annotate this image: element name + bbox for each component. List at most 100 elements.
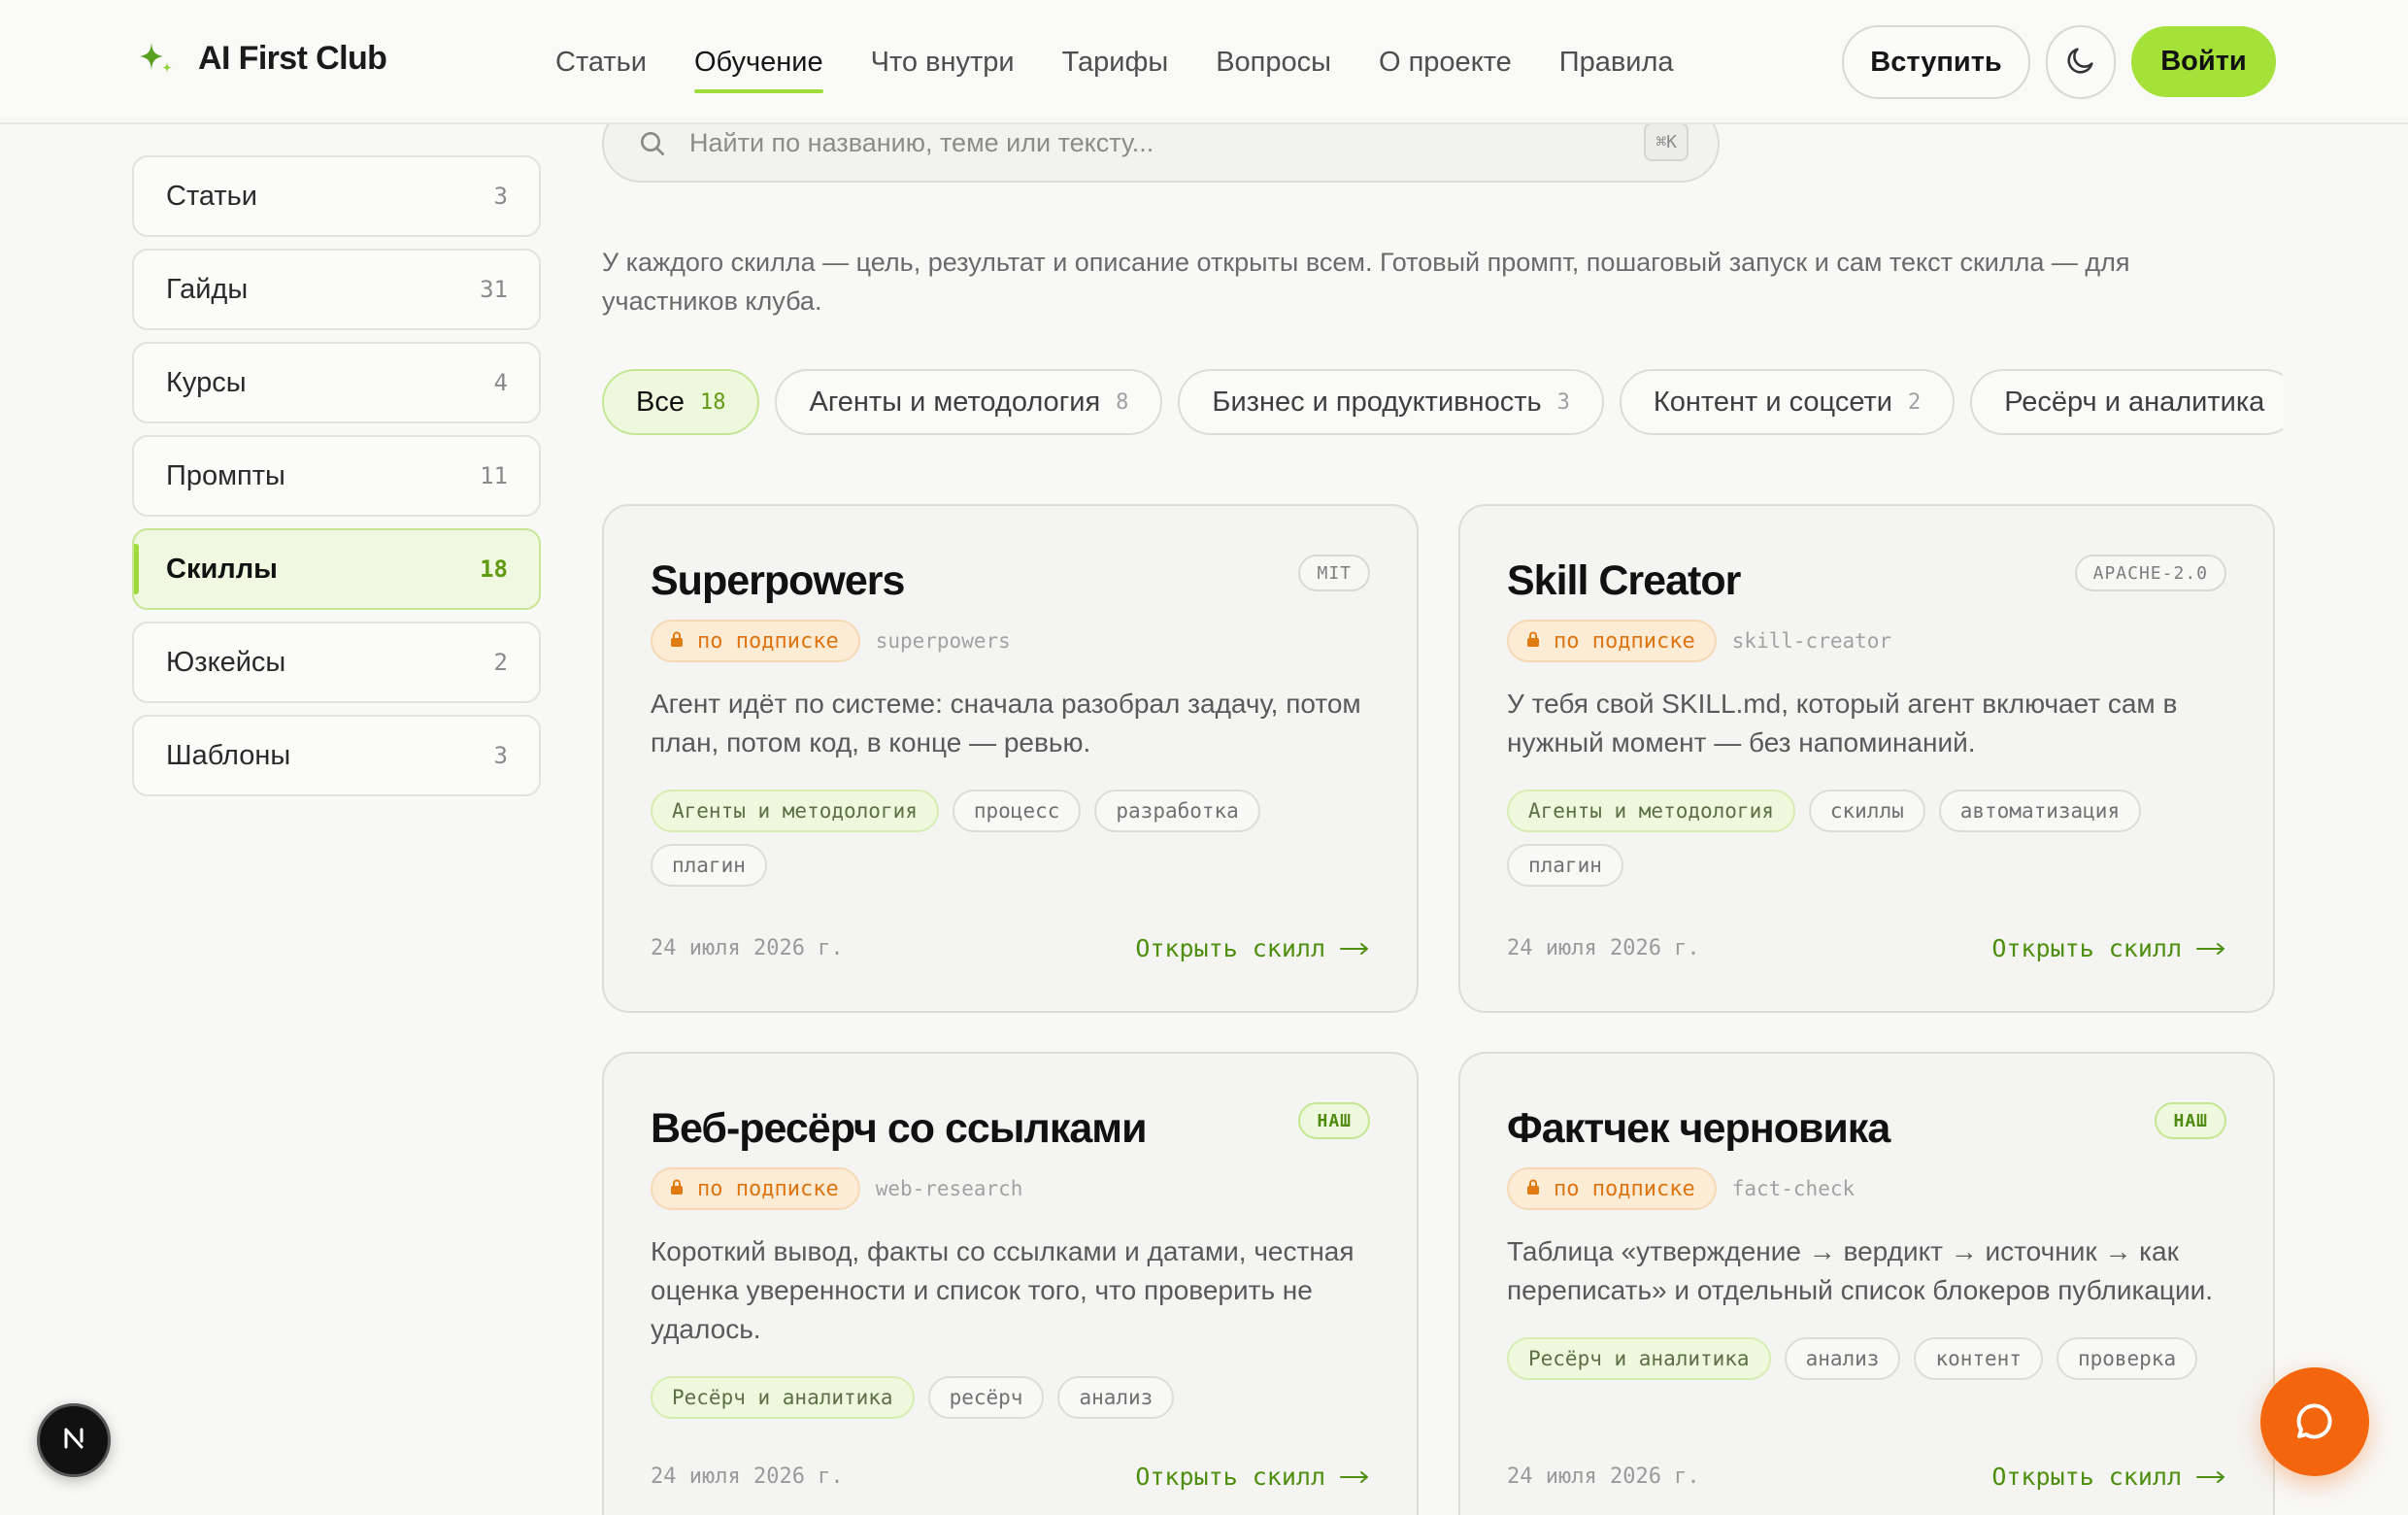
nav-item-articles[interactable]: Статьи — [555, 43, 647, 93]
lock-icon — [1526, 629, 1540, 654]
tag[interactable]: плагин — [1507, 844, 1623, 887]
skill-slug: skill-creator — [1731, 629, 1892, 653]
tag[interactable]: ресёрч — [927, 1376, 1045, 1419]
join-button[interactable]: Вступить — [1842, 25, 2030, 99]
license-badge: MIT — [1298, 555, 1370, 591]
login-button[interactable]: Войти — [2131, 26, 2276, 97]
sidebar-item-templates[interactable]: Шаблоны 3 — [132, 715, 541, 796]
open-skill-link[interactable]: Открыть скилл — [1991, 934, 2226, 962]
sidebar-item-label: Промпты — [166, 459, 285, 491]
nav-item-learning[interactable]: Обучение — [693, 43, 823, 93]
filter-chip-content[interactable]: Контент и соцсети 2 — [1619, 369, 1956, 435]
sidebar-item-articles[interactable]: Статьи 3 — [132, 155, 541, 237]
tag-list: Ресёрч и аналитика ресёрч анализ — [651, 1376, 1370, 1431]
tag-list: Агенты и методология процесс разработка … — [651, 790, 1370, 898]
tag-category[interactable]: Ресёрч и аналитика — [1507, 1337, 1771, 1380]
sidebar-item-label: Статьи — [166, 180, 257, 212]
sidebar-item-courses[interactable]: Курсы 4 — [132, 342, 541, 423]
open-skill-label: Открыть скилл — [1991, 1463, 2182, 1491]
sidebar-item-count: 18 — [480, 556, 508, 583]
arrow-right-icon — [2182, 1463, 2226, 1491]
sidebar-item-guides[interactable]: Гайды 31 — [132, 249, 541, 330]
sidebar-item-label: Гайды — [166, 273, 249, 305]
tag[interactable]: контент — [1914, 1337, 2043, 1380]
card-description: Таблица «утверждение → вердикт → источни… — [1507, 1236, 2214, 1305]
subscription-badge: по подписке — [651, 620, 860, 662]
arrow-right-icon — [2182, 934, 2226, 962]
filter-chip-business[interactable]: Бизнес и продуктивность 3 — [1178, 369, 1604, 435]
filter-chip-count: 2 — [1907, 389, 1922, 415]
tag[interactable]: разработка — [1094, 790, 1260, 832]
sidebar-item-label: Курсы — [166, 366, 247, 398]
section-intro: У каждого скилла — цель, результат и опи… — [602, 248, 2130, 316]
sidebar-item-label: Шаблоны — [166, 739, 291, 771]
search-placeholder: Найти по названию, теме или тексту... — [689, 128, 1154, 157]
open-skill-link[interactable]: Открыть скилл — [1135, 1463, 1370, 1491]
open-skill-label: Открыть скилл — [1135, 1463, 1325, 1491]
tag-category[interactable]: Агенты и методология — [651, 790, 939, 832]
skill-card[interactable]: Фактчек черновика НАШ по подписке fact-c… — [1458, 1052, 2275, 1515]
filter-chip-label: Ресёрч и аналитика — [2004, 386, 2265, 418]
sidebar-item-label: Юзкейсы — [166, 646, 286, 678]
open-skill-link[interactable]: Открыть скилл — [1991, 1463, 2226, 1491]
nav-item-pricing[interactable]: Тарифы — [1062, 43, 1169, 93]
filter-chip-all[interactable]: Все 18 — [602, 369, 760, 435]
brand-link[interactable]: AI First Club — [138, 39, 387, 78]
tag-category[interactable]: Ресёрч и аналитика — [651, 1376, 915, 1419]
card-date: 24 июля 2026 г. — [651, 936, 844, 960]
brand-name: AI First Club — [198, 39, 387, 77]
tag[interactable]: автоматизация — [1938, 790, 2142, 832]
card-description: У тебя свой SKILL.md, который агент вклю… — [1507, 689, 2178, 758]
tag[interactable]: процесс — [952, 790, 1082, 832]
license-badge: НАШ — [1298, 1102, 1370, 1139]
open-skill-link[interactable]: Открыть скилл — [1135, 934, 1370, 962]
lock-icon — [670, 629, 684, 654]
license-badge: НАШ — [2155, 1102, 2226, 1139]
tag[interactable]: скиллы — [1808, 790, 1925, 832]
filter-chip-agents[interactable]: Агенты и методология 8 — [775, 369, 1163, 435]
tag-category[interactable]: Агенты и методология — [1507, 790, 1795, 832]
nav-item-rules[interactable]: Правила — [1559, 43, 1674, 93]
tag[interactable]: анализ — [1057, 1376, 1175, 1419]
license-badge: APACHE-2.0 — [2074, 555, 2226, 591]
sidebar-item-count: 3 — [493, 742, 508, 769]
skill-card[interactable]: Superpowers MIT по подписке superpowers … — [602, 504, 1419, 1013]
card-title: Superpowers — [651, 557, 905, 604]
filter-chip-research[interactable]: Ресёрч и аналитика — [1970, 369, 2283, 435]
moon-icon — [2064, 44, 2097, 82]
tag[interactable]: анализ — [1784, 1337, 1901, 1380]
search-icon — [637, 128, 668, 164]
subscription-label: по подписке — [1554, 628, 1695, 654]
next-logo-icon — [57, 1422, 90, 1460]
tag[interactable]: плагин — [651, 844, 767, 887]
skill-slug: superpowers — [875, 629, 1011, 653]
chat-button[interactable] — [2260, 1367, 2369, 1476]
sidebar-item-skills[interactable]: Скиллы 18 — [132, 528, 541, 610]
top-navbar: AI First Club Статьи Обучение Что внутри… — [0, 0, 2408, 124]
sidebar-item-count: 2 — [493, 649, 508, 676]
filter-chip-label: Агенты и методология — [809, 386, 1101, 418]
skill-slug: web-research — [875, 1177, 1023, 1200]
filter-chip-label: Бизнес и продуктивность — [1212, 386, 1542, 418]
subscription-badge: по подписке — [1507, 1167, 1717, 1210]
arrow-right-icon — [1325, 1463, 1370, 1491]
sidebar-item-label: Скиллы — [166, 553, 278, 585]
arrow-right-icon — [1325, 934, 1370, 962]
filter-chip-label: Контент и соцсети — [1653, 386, 1892, 418]
tag-list: Агенты и методология скиллы автоматизаци… — [1507, 790, 2226, 898]
sidebar-item-prompts[interactable]: Промпты 11 — [132, 435, 541, 517]
skill-card[interactable]: Skill Creator APACHE-2.0 по подписке ski… — [1458, 504, 2275, 1013]
skill-slug: fact-check — [1731, 1177, 1856, 1200]
skill-card[interactable]: Веб-ресёрч со ссылками НАШ по подписке w… — [602, 1052, 1419, 1515]
dev-tools-button[interactable] — [37, 1403, 111, 1477]
sidebar-item-count: 4 — [493, 369, 508, 396]
card-description: Агент идёт по системе: сначала разобрал … — [651, 689, 1361, 758]
tag[interactable]: проверка — [2056, 1337, 2198, 1380]
nav-item-about[interactable]: О проекте — [1379, 43, 1512, 93]
card-date: 24 июля 2026 г. — [1507, 936, 1700, 960]
nav-item-faq[interactable]: Вопросы — [1216, 43, 1331, 93]
nav-item-whats-inside[interactable]: Что внутри — [871, 43, 1015, 93]
sidebar-item-usecases[interactable]: Юзкейсы 2 — [132, 622, 541, 703]
open-skill-label: Открыть скилл — [1135, 934, 1325, 962]
theme-toggle-button[interactable] — [2046, 25, 2116, 99]
